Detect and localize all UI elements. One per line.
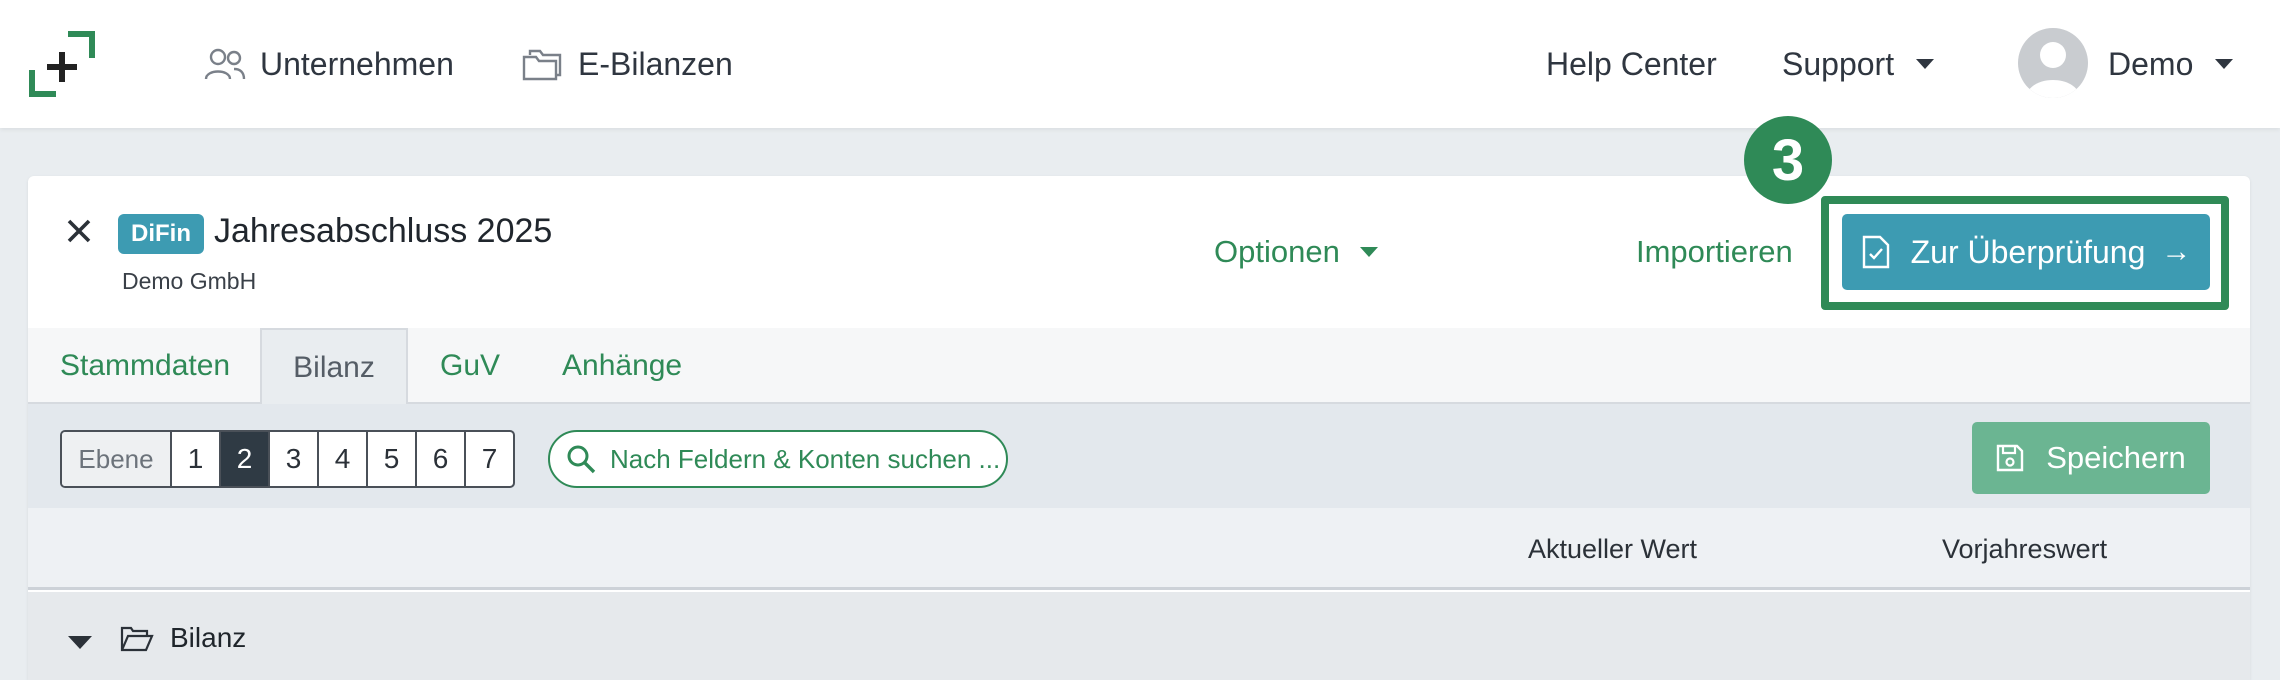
top-navbar: Unternehmen E-Bilanzen Help Center Suppo… bbox=[0, 0, 2280, 128]
folder-icon bbox=[522, 49, 562, 81]
difin-badge: DiFin bbox=[118, 214, 204, 254]
step-indicator: 3 bbox=[1744, 116, 1832, 204]
nav-unternehmen-label: Unternehmen bbox=[260, 45, 454, 82]
support-dropdown[interactable]: Support bbox=[1782, 40, 1935, 88]
nav-e-bilanzen[interactable]: E-Bilanzen bbox=[522, 40, 733, 88]
level-button-2[interactable]: 2 bbox=[219, 432, 268, 486]
row-label: Bilanz bbox=[170, 622, 247, 653]
nav-e-bilanzen-label: E-Bilanzen bbox=[578, 45, 733, 82]
user-menu-dropdown[interactable]: Demo bbox=[2108, 40, 2234, 88]
tab-bilanz[interactable]: Bilanz bbox=[260, 328, 408, 406]
close-icon[interactable] bbox=[64, 216, 94, 246]
caret-down-icon bbox=[1916, 59, 1935, 69]
save-label: Speichern bbox=[2046, 440, 2186, 475]
nav-unternehmen[interactable]: Unternehmen bbox=[204, 40, 454, 88]
level-button-1[interactable]: 1 bbox=[170, 432, 219, 486]
caret-down-icon bbox=[2215, 59, 2234, 69]
users-icon bbox=[204, 48, 246, 80]
column-current-value: Aktueller Wert bbox=[1528, 534, 1698, 564]
table-header: Aktueller Wert Vorjahreswert bbox=[28, 508, 2250, 590]
company-name: Demo GmbH bbox=[122, 268, 257, 294]
toolbar: Ebene 1 2 3 4 5 6 7 Nach Feldern & Konte… bbox=[28, 404, 2250, 508]
folder-open-icon bbox=[120, 626, 154, 652]
save-button[interactable]: Speichern bbox=[1972, 422, 2210, 494]
arrow-right-icon: → bbox=[2161, 235, 2192, 268]
app-logo[interactable] bbox=[28, 30, 96, 98]
import-link[interactable]: Importieren bbox=[1636, 234, 1793, 270]
tab-guv[interactable]: GuV bbox=[440, 328, 500, 404]
level-selector: Ebene 1 2 3 4 5 6 7 bbox=[60, 430, 515, 488]
table-row[interactable]: Bilanz bbox=[28, 592, 2250, 680]
search-label: Nach Feldern & Konten suchen ... bbox=[610, 443, 1001, 474]
save-icon bbox=[1997, 444, 2024, 472]
review-button[interactable]: Zur Überprüfung → bbox=[1842, 214, 2210, 290]
support-label: Support bbox=[1782, 45, 1895, 82]
level-button-4[interactable]: 4 bbox=[317, 432, 366, 486]
options-dropdown[interactable]: Optionen bbox=[1214, 234, 1378, 270]
search-button[interactable]: Nach Feldern & Konten suchen ... bbox=[548, 430, 1008, 488]
level-button-3[interactable]: 3 bbox=[268, 432, 317, 486]
review-button-label: Zur Überprüfung bbox=[1910, 233, 2146, 270]
user-avatar-icon bbox=[2026, 42, 2080, 98]
help-center-label: Help Center bbox=[1546, 45, 1717, 82]
level-label: Ebene bbox=[62, 432, 170, 486]
search-icon bbox=[567, 445, 596, 474]
help-center-link[interactable]: Help Center bbox=[1546, 40, 1717, 88]
caret-down-icon bbox=[1359, 247, 1378, 257]
level-button-7[interactable]: 7 bbox=[464, 432, 513, 486]
user-name: Demo bbox=[2108, 45, 2194, 82]
document-check-icon bbox=[1862, 235, 1889, 269]
page-title: Jahresabschluss 2025 bbox=[214, 212, 553, 250]
level-button-5[interactable]: 5 bbox=[366, 432, 415, 486]
column-previous-value: Vorjahreswert bbox=[1942, 534, 2108, 564]
tab-bar: Stammdaten Bilanz GuV Anhänge bbox=[28, 328, 2250, 406]
expand-toggle-icon[interactable] bbox=[68, 636, 92, 649]
level-button-6[interactable]: 6 bbox=[415, 432, 464, 486]
avatar[interactable] bbox=[2018, 28, 2088, 98]
tab-stammdaten[interactable]: Stammdaten bbox=[60, 328, 230, 404]
tab-anhaenge[interactable]: Anhänge bbox=[562, 328, 682, 404]
options-label: Optionen bbox=[1214, 234, 1340, 269]
